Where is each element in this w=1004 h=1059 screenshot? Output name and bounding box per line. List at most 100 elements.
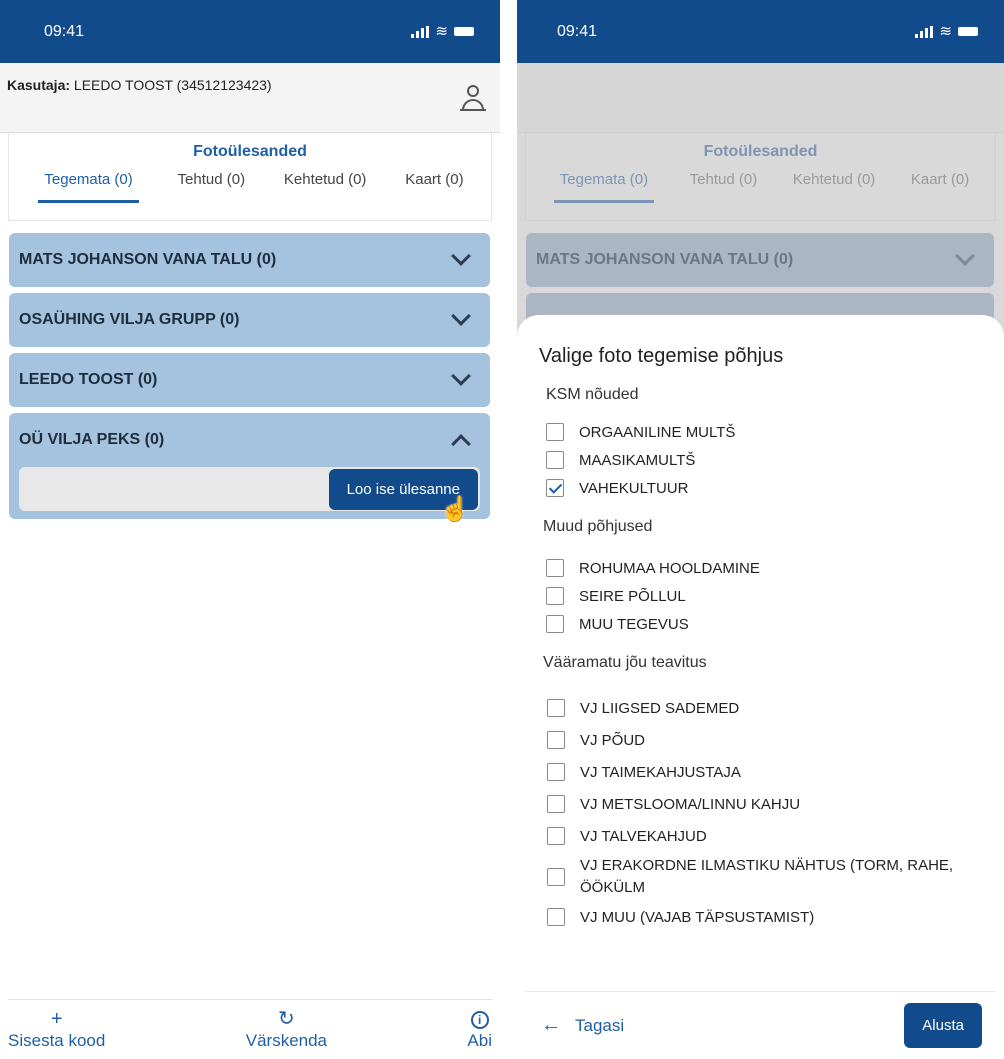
group-label: LEEDO TOOST (0) [19, 371, 158, 388]
create-task-button[interactable]: Loo ise ülesanne ☝ [328, 468, 478, 523]
nav-enter-code[interactable]: + Sisesta kood [8, 1009, 105, 1051]
status-bar: 09:41 ≋ [517, 0, 1004, 63]
status-icons: ≋ [411, 24, 474, 39]
chevron-down-icon [451, 306, 471, 326]
option-label: VAHEKULTUUR [579, 479, 689, 497]
option-label: ORGAANILINE MULTŠ [579, 423, 736, 441]
signal-icon [411, 25, 430, 38]
hand-cursor-icon: ☝ [440, 495, 470, 523]
checkbox[interactable] [547, 731, 565, 749]
option-vj-metslooma-linnu-kahju[interactable]: VJ METSLOOMA/LINNU KAHJU [547, 788, 1004, 820]
sheet-footer: ← Tagasi Alusta [525, 991, 996, 1059]
checkbox[interactable] [547, 763, 565, 781]
group-item-leedo-toost[interactable]: LEEDO TOOST (0) [9, 353, 490, 407]
section-title: Fotoülesanded [193, 143, 307, 160]
user-profile-icon[interactable] [460, 85, 486, 115]
tab-kaart[interactable]: Kaart (0) [405, 171, 463, 203]
wifi-icon: ≋ [435, 23, 448, 40]
back-button[interactable]: ← Tagasi [541, 1014, 624, 1037]
option-label: MUU TEGEVUS [579, 615, 689, 633]
info-icon: i [470, 1011, 489, 1029]
section-title: Fotoülesanded [703, 143, 818, 160]
back-label: Tagasi [575, 1015, 625, 1035]
checkbox[interactable] [546, 559, 564, 577]
option-vj-poud[interactable]: VJ PÕUD [547, 724, 1004, 756]
chevron-up-icon [451, 434, 471, 454]
group-item-osauhing-vilja-grupp[interactable]: OSAÜHING VILJA GRUPP (0) [9, 293, 490, 347]
group-content: Loo ise ülesanne ☝ [19, 467, 480, 523]
checkbox[interactable] [547, 699, 565, 717]
option-seire-pollul[interactable]: SEIRE PÕLLUL [546, 582, 1004, 610]
options-vaaramatu: VJ LIIGSED SADEMED VJ PÕUD VJ TAIMEKAHJU… [517, 692, 1004, 932]
checkbox[interactable] [546, 423, 564, 441]
option-label: SEIRE PÕLLUL [579, 587, 686, 605]
tab-kehtetud: Kehtetud (0) [792, 171, 876, 188]
status-time: 09:41 [557, 22, 598, 40]
nav-label: Sisesta kood [8, 1031, 106, 1050]
user-bar [517, 63, 1004, 133]
checkbox[interactable] [546, 587, 564, 605]
options-muud: ROHUMAA HOOLDAMINE SEIRE PÕLLUL MUU TEGE… [517, 554, 1004, 638]
option-vj-erakordne-ilmastiku-nahtus[interactable]: VJ ERAKORDNE ILMASTIKU NÄHTUS (TORM, RAH… [547, 852, 1004, 902]
user-label: Kasutaja: [7, 77, 71, 93]
phone-screen-reason-sheet: 09:41 ≋ Fotoülesanded Tegemata (0) Tehtu… [517, 0, 1004, 1059]
checkbox[interactable] [547, 795, 565, 813]
option-vj-liigsed-sademed[interactable]: VJ LIIGSED SADEMED [547, 692, 1004, 724]
option-rohumaa-hooldamine[interactable]: ROHUMAA HOOLDAMINE [546, 554, 1004, 582]
section-ksm: KSM nõuded [546, 386, 639, 403]
checkbox[interactable] [546, 451, 564, 469]
nav-help[interactable]: i Abi [467, 1008, 492, 1051]
tab-kehtetud[interactable]: Kehtetud (0) [284, 171, 367, 203]
battery-icon [454, 27, 474, 36]
arrow-left-icon: ← [541, 1014, 561, 1036]
chevron-down-icon [955, 246, 975, 266]
nav-refresh[interactable]: ↻ Värskenda [246, 1009, 327, 1051]
tab-bar: Tegemata (0) Tehtud (0) Kehtetud (0) Kaa… [526, 161, 995, 203]
chevron-down-icon [451, 246, 471, 266]
option-label: VJ PÕUD [580, 731, 646, 749]
option-label: ROHUMAA HOOLDAMINE [579, 559, 760, 577]
option-label: VJ LIIGSED SADEMED [580, 699, 740, 717]
signal-icon [915, 25, 934, 38]
tab-section: Fotoülesanded Tegemata (0) Tehtud (0) Ke… [525, 133, 996, 221]
wifi-icon: ≋ [939, 23, 952, 40]
tab-tegemata: Tegemata (0) [553, 171, 655, 203]
group-label: MATS JOHANSON VANA TALU (0) [536, 251, 794, 268]
option-orgaaniline-mults[interactable]: ORGAANILINE MULTŠ [546, 418, 1004, 446]
option-label: VJ METSLOOMA/LINNU KAHJU [580, 795, 801, 813]
nav-label: Abi [467, 1031, 492, 1050]
option-vahekultuur[interactable]: VAHEKULTUUR [546, 474, 1004, 502]
status-bar: 09:41 ≋ [0, 0, 500, 63]
group-item-mats-johanson[interactable]: MATS JOHANSON VANA TALU (0) [9, 233, 490, 287]
phone-screen-main: 09:41 ≋ Kasutaja: LEEDO TOOST (345121234… [0, 0, 500, 1059]
nav-label: Värskenda [245, 1031, 328, 1050]
checkbox[interactable] [547, 868, 565, 886]
chevron-down-icon [451, 366, 471, 386]
option-vj-muu[interactable]: VJ MUU (VAJAB TÄPSUSTAMIST) [547, 902, 1004, 932]
tab-tehtud: Tehtud (0) [689, 171, 758, 188]
tab-kaart: Kaart (0) [910, 171, 970, 188]
option-vj-talvekahjud[interactable]: VJ TALVEKAHJUD [547, 820, 1004, 852]
plus-icon: + [50, 1008, 63, 1030]
tab-bar: Tegemata (0) Tehtud (0) Kehtetud (0) Kaa… [9, 161, 491, 203]
group-header[interactable]: OÜ VILJA PEKS (0) [19, 413, 480, 467]
checkbox[interactable] [546, 615, 564, 633]
group-item-mats-johanson: MATS JOHANSON VANA TALU (0) [526, 233, 994, 287]
option-label: VJ TAIMEKAHJUSTAJA [580, 763, 741, 781]
option-maasikamults[interactable]: MAASIKAMULTŠ [546, 446, 1004, 474]
start-button[interactable]: Alusta [904, 1003, 982, 1048]
group-label: OSAÜHING VILJA GRUPP (0) [19, 311, 240, 328]
bottom-nav: + Sisesta kood ↻ Värskenda i Abi [8, 999, 492, 1059]
option-label: VJ TALVEKAHJUD [580, 827, 707, 845]
status-time: 09:41 [44, 22, 85, 40]
tab-tehtud[interactable]: Tehtud (0) [178, 171, 246, 203]
group-label: MATS JOHANSON VANA TALU (0) [19, 251, 277, 268]
checkbox[interactable] [547, 827, 565, 845]
tab-tegemata[interactable]: Tegemata (0) [38, 171, 139, 203]
option-label: VJ ERAKORDNE ILMASTIKU NÄHTUS (TORM, RAH… [580, 857, 954, 896]
option-vj-taimekahjustaja[interactable]: VJ TAIMEKAHJUSTAJA [547, 756, 1004, 788]
tab-section: Fotoülesanded Tegemata (0) Tehtud (0) Ke… [8, 133, 492, 221]
checkbox-checked[interactable] [546, 479, 564, 497]
checkbox[interactable] [547, 908, 565, 926]
option-muu-tegevus[interactable]: MUU TEGEVUS [546, 610, 1004, 638]
